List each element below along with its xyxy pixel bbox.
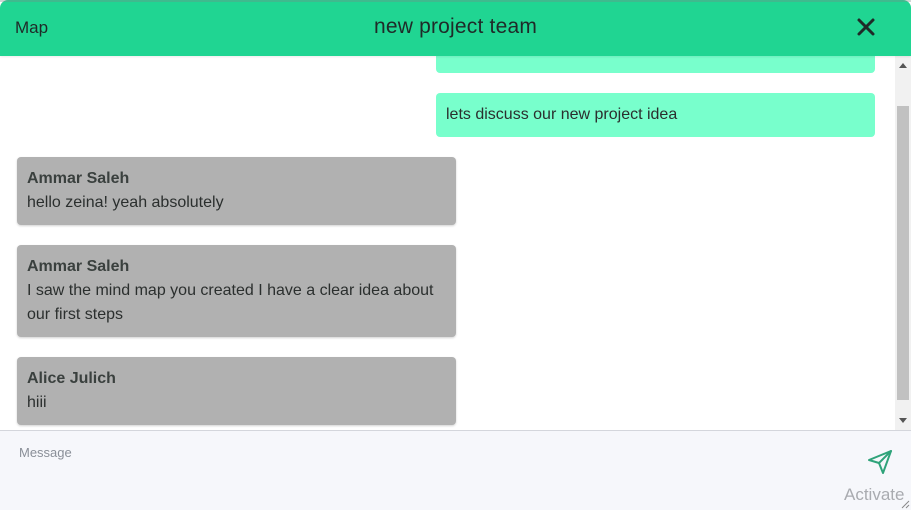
message-bubble-other: Ammar Saleh I saw the mind map you creat… bbox=[17, 245, 456, 337]
close-icon[interactable] bbox=[855, 16, 877, 38]
message-bubble-other: Alice Julich hiii bbox=[17, 357, 456, 425]
resize-grip-icon[interactable] bbox=[900, 499, 910, 509]
message-text: hello zeina! yeah absolutely bbox=[27, 194, 224, 211]
activate-watermark: Activate bbox=[844, 485, 905, 504]
chat-header: Map new project team bbox=[0, 0, 911, 56]
message-list[interactable]: lets discuss our new project idea Ammar … bbox=[0, 56, 895, 430]
scrollbar-thumb[interactable] bbox=[897, 106, 909, 400]
message-bubble-other: Ammar Saleh hello zeina! yeah absolutely bbox=[17, 157, 456, 225]
message-sender: Alice Julich bbox=[27, 370, 116, 387]
message-sender: Ammar Saleh bbox=[27, 258, 130, 275]
message-input[interactable] bbox=[8, 439, 848, 499]
message-text: hiii bbox=[27, 394, 47, 411]
message-bubble-own-partial bbox=[436, 56, 875, 73]
chat-title: new project team bbox=[373, 15, 538, 38]
message-sender: Ammar Saleh bbox=[27, 170, 130, 187]
scroll-up-arrow-icon[interactable] bbox=[899, 63, 907, 68]
message-bubble-own: lets discuss our new project idea bbox=[436, 93, 875, 137]
message-scrollbar[interactable] bbox=[895, 56, 911, 430]
send-icon[interactable] bbox=[866, 448, 894, 476]
message-text: I saw the mind map you created I have a … bbox=[27, 282, 434, 323]
window-top-edge bbox=[0, 0, 911, 2]
scroll-down-arrow-icon[interactable] bbox=[899, 418, 907, 423]
compose-area: Activate bbox=[0, 430, 911, 510]
chat-window: Map new project team lets discuss our ne… bbox=[0, 0, 911, 510]
message-text: lets discuss our new project idea bbox=[446, 106, 678, 123]
